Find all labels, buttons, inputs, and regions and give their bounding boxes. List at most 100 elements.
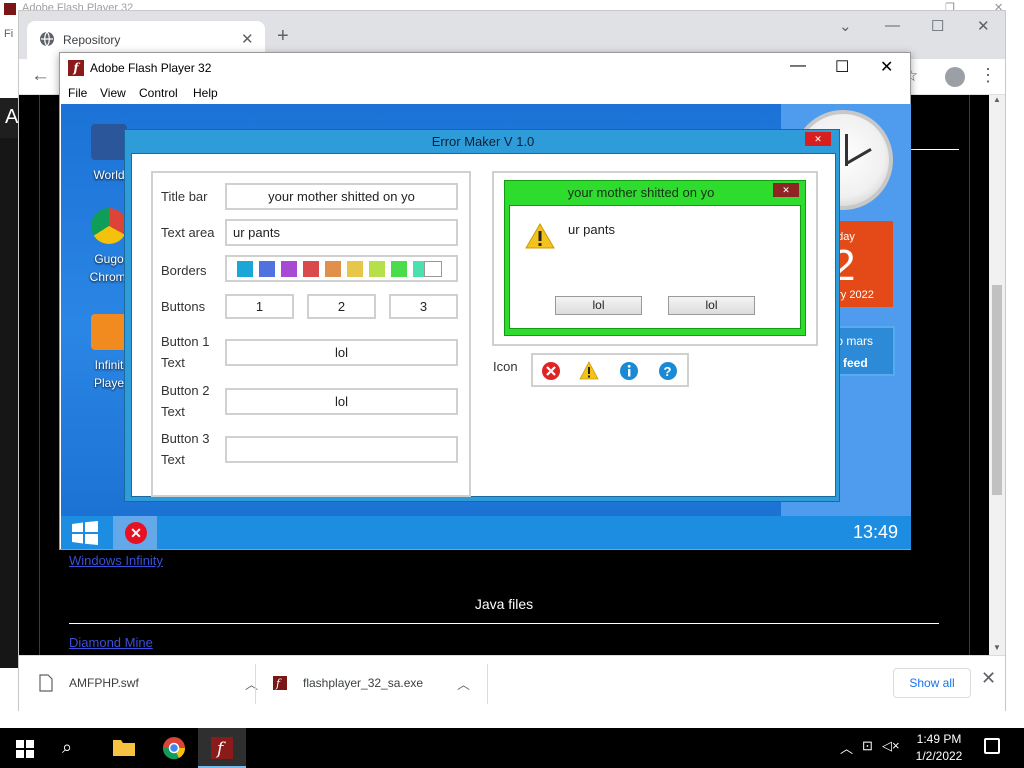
label-icon: Icon — [493, 359, 518, 374]
word-icon — [91, 124, 127, 160]
show-all-button[interactable]: Show all — [893, 668, 971, 698]
link-diamond-mine[interactable]: Diamond Mine — [69, 635, 153, 650]
chevron-up-icon[interactable]: ︿ — [840, 738, 853, 757]
news-gadget: to mars s feed — [831, 326, 895, 376]
tab-title: Repository — [63, 33, 121, 47]
color-swatch[interactable] — [424, 261, 442, 277]
error-taskbar-button[interactable]: ✕ — [113, 516, 157, 549]
preview-button-1[interactable]: lol — [555, 296, 642, 315]
maximize-icon[interactable]: ☐ — [931, 17, 944, 35]
button-count-1[interactable]: 1 — [225, 294, 294, 319]
error-icon[interactable] — [541, 361, 561, 381]
menu-help[interactable]: Help — [193, 86, 218, 100]
close-icon[interactable]: ✕ — [880, 57, 893, 77]
info-icon[interactable] — [619, 361, 639, 381]
download-item[interactable]: AMFPHP.swf ︿ — [39, 664, 258, 704]
color-swatch[interactable] — [369, 261, 385, 277]
file-explorer-icon[interactable] — [100, 728, 148, 768]
search-icon[interactable]: ⌕ — [62, 737, 72, 758]
chrome-icon[interactable] — [150, 728, 198, 768]
desktop-icon-label: World — [93, 168, 125, 182]
background-window-content: Fi A — [0, 18, 18, 750]
file-icon — [39, 674, 53, 692]
error-maker-dialog: Error Maker V 1.0 ✕ Title bar your mothe… — [124, 129, 840, 502]
calendar-gadget: nday 2 ary 2022 — [831, 221, 893, 307]
close-icon[interactable]: ✕ — [981, 668, 996, 689]
menu-view[interactable]: View — [100, 86, 126, 100]
button1-text-input[interactable]: lol — [225, 339, 458, 366]
question-icon[interactable]: ? — [658, 361, 678, 381]
button-count-2[interactable]: 2 — [307, 294, 376, 319]
menu-control[interactable]: Control — [139, 86, 178, 100]
system-clock[interactable]: 1:49 PM 1/2/2022 — [904, 731, 974, 765]
download-filename: flashplayer_32_sa.exe — [303, 676, 424, 690]
close-icon[interactable]: ✕ — [977, 17, 990, 35]
button-count-3[interactable]: 3 — [389, 294, 458, 319]
chevron-up-icon[interactable]: ︿ — [245, 674, 258, 693]
menu-kebab-icon[interactable]: ⋮ — [979, 65, 997, 86]
desktop-icon-chrome[interactable]: Gugo Chromi — [89, 208, 129, 286]
label-title-bar: Title bar — [161, 189, 208, 204]
windows-taskbar: ⌕ f ︿ ⊡ ◁× 1:49 PM 1/2/2022 — [0, 728, 1024, 768]
preview-button-2[interactable]: lol — [668, 296, 755, 315]
notification-icon[interactable] — [984, 738, 1000, 754]
divider — [255, 664, 256, 704]
desktop-icon-word[interactable]: World — [89, 124, 129, 184]
back-arrow-icon[interactable]: ← — [31, 65, 50, 87]
new-tab-icon[interactable]: + — [277, 25, 289, 48]
flash-icon[interactable]: f — [198, 728, 246, 768]
label-borders: Borders — [161, 263, 207, 278]
scrollbar-thumb[interactable] — [992, 285, 1002, 495]
section-heading: Java files — [474, 596, 534, 612]
preview-title: your mother shitted on yo — [567, 185, 715, 200]
button3-text-input[interactable] — [225, 436, 458, 463]
warning-icon[interactable] — [579, 361, 599, 381]
color-swatch[interactable] — [237, 261, 253, 277]
label-text-area: Text area — [161, 225, 215, 240]
color-swatch[interactable] — [347, 261, 363, 277]
color-swatch[interactable] — [259, 261, 275, 277]
desktop-icon-infinity-player[interactable]: Infinit Playe — [89, 314, 129, 392]
preview-close-button[interactable]: ✕ — [773, 183, 799, 197]
preview-error-window: your mother shitted on yo ✕ ur pants lol… — [504, 180, 806, 336]
dialog-close-button[interactable]: ✕ — [805, 132, 831, 146]
windows-start-icon[interactable] — [16, 740, 34, 758]
tab-search-icon[interactable]: ⌄ — [839, 17, 852, 35]
media-player-icon — [91, 314, 127, 350]
button2-text-input[interactable]: lol — [225, 388, 458, 415]
border-color-picker — [225, 255, 458, 282]
maximize-icon[interactable]: ☐ — [835, 57, 849, 77]
chrome-icon — [91, 208, 127, 244]
volume-muted-icon[interactable]: ◁× — [882, 738, 900, 754]
download-item[interactable]: f flashplayer_32_sa.exe ︿ — [273, 664, 473, 704]
tab-close-icon[interactable]: ✕ — [241, 30, 254, 48]
system-time: 1:49 PM — [916, 732, 962, 746]
flash-stage: nday 2 ary 2022 to mars s feed World Gug… — [61, 104, 911, 549]
divider — [69, 623, 939, 624]
dialog-title: Error Maker V 1.0 — [431, 134, 535, 149]
flash-icon: f — [273, 676, 287, 690]
color-swatch[interactable] — [391, 261, 407, 277]
profile-icon[interactable] — [945, 67, 965, 87]
settings-panel: Title bar your mother shitted on yo Text… — [151, 171, 471, 497]
minimize-icon[interactable]: — — [790, 57, 806, 75]
scroll-down-icon[interactable]: ▼ — [993, 643, 1001, 652]
page-scrollbar[interactable]: ▲ ▼ — [989, 95, 1005, 655]
color-swatch[interactable] — [325, 261, 341, 277]
label-button1-text: Button 1 Text — [161, 334, 210, 370]
network-icon[interactable]: ⊡ — [862, 738, 873, 754]
chevron-up-icon[interactable]: ︿ — [457, 674, 470, 693]
title-bar-input[interactable]: your mother shitted on yo — [225, 183, 458, 210]
text-area-input[interactable]: ur pants — [225, 219, 458, 246]
windows-start-icon[interactable] — [71, 521, 99, 545]
background-menu-fragment: Fi — [4, 28, 14, 40]
background-page-fragment: A — [0, 98, 18, 138]
color-swatch[interactable] — [303, 261, 319, 277]
flash-titlebar: f Adobe Flash Player 32 — ☐ ✕ — [60, 53, 910, 83]
link-windows-infinity[interactable]: Windows Infinity — [69, 553, 163, 568]
menu-file[interactable]: File — [68, 86, 87, 100]
color-swatch[interactable] — [281, 261, 297, 277]
flash-icon — [4, 3, 16, 15]
scroll-up-icon[interactable]: ▲ — [993, 95, 1001, 104]
minimize-icon[interactable]: — — [885, 17, 900, 34]
